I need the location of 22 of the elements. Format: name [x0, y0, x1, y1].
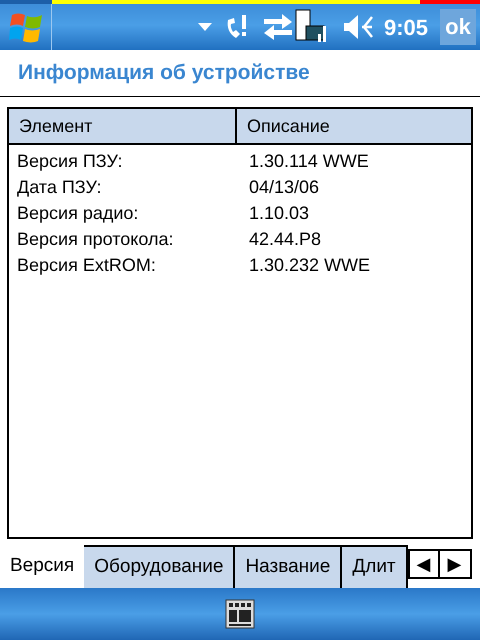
sync-arrows-icon — [262, 13, 294, 41]
table-cell-text: 1.30.232 WWE — [248, 254, 372, 276]
table-cell-text: Дата ПЗУ: — [16, 176, 103, 199]
table-cell-text: Версия ExtROM: — [16, 254, 157, 277]
table-cell-text: Версия протокола: — [16, 228, 174, 251]
table-cell-text: Версия радио: — [16, 202, 140, 225]
table-cell-text: 1.10.03 — [248, 202, 310, 224]
table-cell-text: 42.44.P8 — [248, 228, 322, 250]
tab[interactable]: Название — [235, 545, 342, 588]
keyboard-icon[interactable] — [225, 599, 255, 629]
scroll-left-button[interactable]: ◀ — [410, 551, 440, 577]
page-title: Информация об устройстве — [18, 60, 310, 86]
table-cell-text: Версия ПЗУ: — [16, 150, 124, 173]
scroll-right-button[interactable]: ▶ — [440, 551, 470, 577]
column-header[interactable]: Элемент — [9, 109, 237, 143]
table-cell-text: 1.30.114 WWE — [248, 150, 370, 172]
tab[interactable]: Длит — [342, 545, 408, 588]
table-cell-text: 04/13/06 — [248, 176, 320, 198]
column-header[interactable]: Описание — [237, 109, 471, 143]
volume-muted-icon — [342, 13, 376, 41]
tab[interactable]: Оборудование — [84, 545, 236, 588]
dropdown-arrow-icon — [198, 23, 212, 31]
